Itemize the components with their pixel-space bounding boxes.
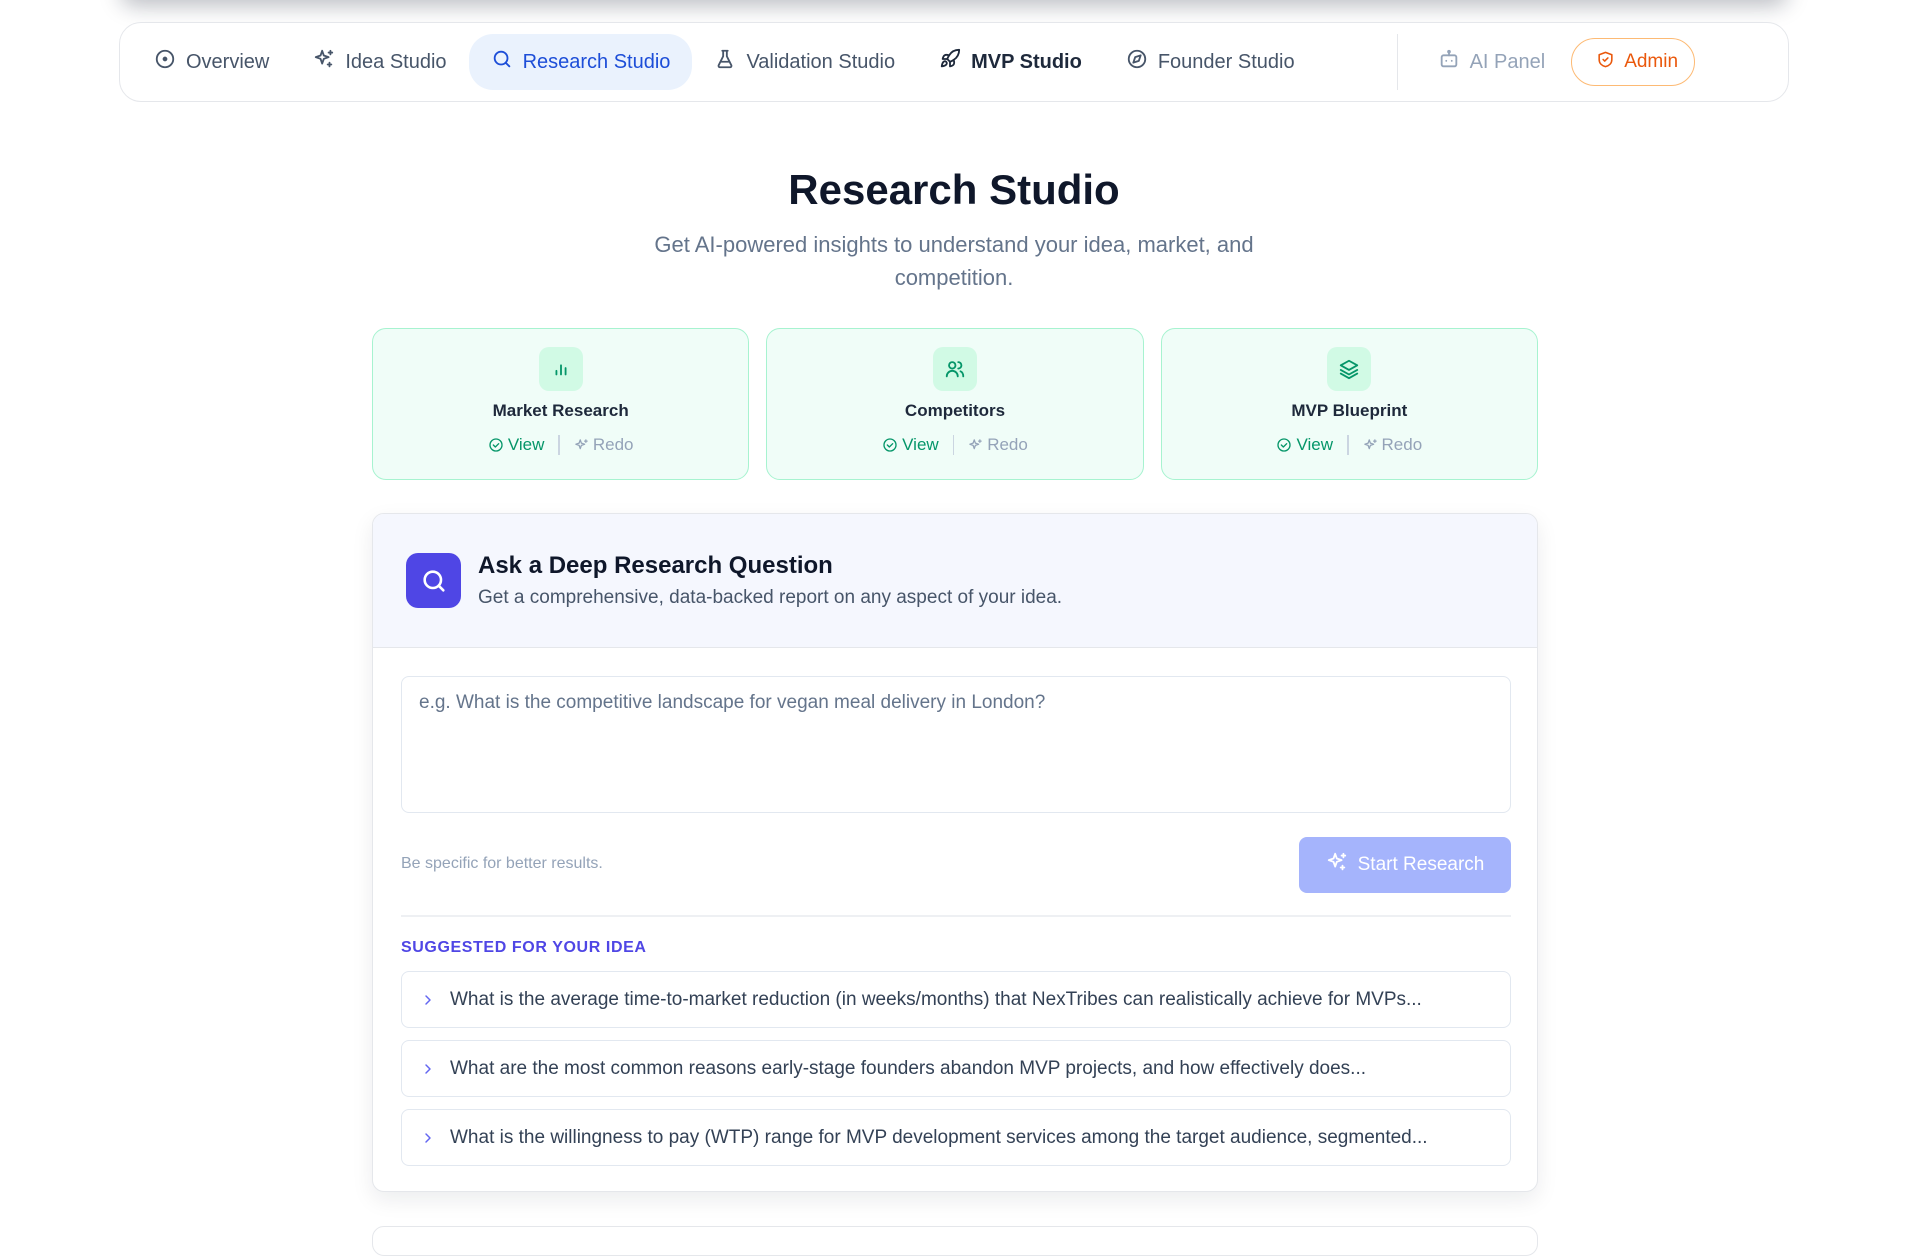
panel-header: Ask a Deep Research Question Get a compr… — [373, 514, 1537, 648]
suggested-question-text: What is the average time-to-market reduc… — [450, 988, 1422, 1010]
chevron-right-icon — [425, 1063, 431, 1074]
top-navigation: Overview Idea Studio Research Studio Val… — [119, 22, 1789, 102]
flask-icon — [714, 48, 736, 76]
start-research-label: Start Research — [1357, 854, 1485, 875]
suggested-question-text: What are the most common reasons early-s… — [450, 1057, 1367, 1079]
view-button[interactable]: View — [488, 435, 545, 455]
sparkles-icon — [575, 438, 588, 449]
shield-icon — [1596, 50, 1615, 75]
search-icon — [491, 48, 513, 76]
nav-item-ai-panel[interactable]: AI Panel — [1416, 34, 1568, 90]
research-summary-cards: Market Research View Redo Competitors Vi… — [372, 328, 1538, 480]
redo-label: Redo — [1381, 435, 1423, 454]
card-competitors: Competitors View Redo — [766, 328, 1144, 480]
hint-text: Be specific for better results. — [401, 855, 603, 872]
card-actions: View Redo — [882, 435, 1028, 455]
bar-chart-icon — [538, 347, 583, 391]
nav-item-validation-studio[interactable]: Validation Studio — [692, 34, 917, 90]
suggested-questions-list: What is the average time-to-market reduc… — [401, 971, 1511, 1178]
separator — [1347, 435, 1349, 455]
card-actions: View Redo — [488, 435, 634, 455]
card-mvp-blueprint: MVP Blueprint View Redo — [1160, 328, 1538, 480]
deep-research-panel: Ask a Deep Research Question Get a compr… — [372, 513, 1538, 1192]
rocket-icon — [939, 48, 961, 76]
page-title: Research Studio — [788, 166, 1120, 213]
view-label: View — [1296, 435, 1334, 454]
sparkles-icon — [969, 438, 982, 449]
nav-item-label: Founder Studio — [1157, 50, 1295, 73]
redo-label: Redo — [592, 435, 634, 454]
check-circle-icon — [883, 438, 897, 452]
chevron-right-icon — [425, 994, 431, 1005]
panel-heading-group: Ask a Deep Research Question Get a compr… — [478, 552, 1062, 609]
page-subtitle: Get AI-powered insights to understand yo… — [654, 232, 1254, 290]
suggested-question[interactable]: What are the most common reasons early-s… — [401, 1040, 1511, 1097]
redo-button[interactable]: Redo — [968, 435, 1028, 455]
nav-item-label: Research Studio — [522, 50, 671, 73]
nav-item-label: Overview — [186, 50, 270, 73]
suggested-question[interactable]: What is the average time-to-market reduc… — [401, 971, 1511, 1028]
sparkles-icon — [1326, 851, 1348, 879]
nav-item-label: AI Panel — [1469, 50, 1546, 73]
sparkles-icon — [313, 48, 335, 76]
nav-item-label: Validation Studio — [746, 50, 896, 73]
suggested-heading: SUGGESTED FOR YOUR IDEA — [401, 939, 647, 956]
compass-circle-icon — [154, 48, 176, 76]
card-title: Market Research — [492, 401, 629, 420]
layers-icon — [1327, 347, 1372, 391]
suggested-question-text: What is the willingness to pay (WTP) ran… — [450, 1126, 1428, 1148]
next-panel-edge — [372, 1226, 1538, 1256]
redo-button[interactable]: Redo — [1363, 435, 1423, 455]
check-circle-icon — [1277, 438, 1292, 452]
nav-item-label: Idea Studio — [345, 50, 447, 73]
nav-item-overview[interactable]: Overview — [132, 34, 291, 90]
nav-item-research-studio[interactable]: Research Studio — [468, 34, 693, 90]
compass-icon — [1126, 48, 1148, 76]
separator — [558, 435, 560, 455]
sparkles-icon — [1363, 438, 1377, 449]
start-research-button[interactable]: Start Research — [1299, 837, 1511, 893]
card-title: Competitors — [904, 401, 1006, 420]
nav-item-founder-studio[interactable]: Founder Studio — [1104, 34, 1317, 90]
view-label: View — [902, 435, 939, 454]
nav-divider — [1396, 34, 1398, 90]
separator — [952, 435, 955, 455]
card-title: MVP Blueprint — [1291, 401, 1408, 420]
admin-button[interactable]: Admin — [1571, 38, 1696, 86]
users-icon — [932, 347, 977, 391]
divider — [401, 915, 1511, 917]
card-market-research: Market Research View Redo — [372, 328, 750, 480]
view-button[interactable]: View — [882, 435, 939, 455]
research-question-input[interactable] — [401, 676, 1511, 813]
search-icon — [406, 553, 461, 608]
card-actions: View Redo — [1276, 435, 1422, 455]
bot-icon — [1438, 48, 1460, 76]
check-circle-icon — [489, 438, 503, 452]
nav-item-label: MVP Studio — [971, 50, 1082, 73]
view-button[interactable]: View — [1276, 435, 1333, 455]
redo-label: Redo — [987, 435, 1028, 454]
admin-label: Admin — [1624, 51, 1679, 72]
panel-subtitle: Get a comprehensive, data-backed report … — [478, 587, 1063, 608]
suggested-question[interactable]: What is the willingness to pay (WTP) ran… — [401, 1109, 1511, 1166]
panel-title: Ask a Deep Research Question — [478, 552, 833, 579]
view-label: View — [507, 435, 545, 454]
nav-item-idea-studio[interactable]: Idea Studio — [291, 34, 468, 90]
redo-button[interactable]: Redo — [574, 435, 634, 455]
chevron-right-icon — [425, 1132, 431, 1143]
nav-item-mvp-studio[interactable]: MVP Studio — [917, 34, 1104, 90]
